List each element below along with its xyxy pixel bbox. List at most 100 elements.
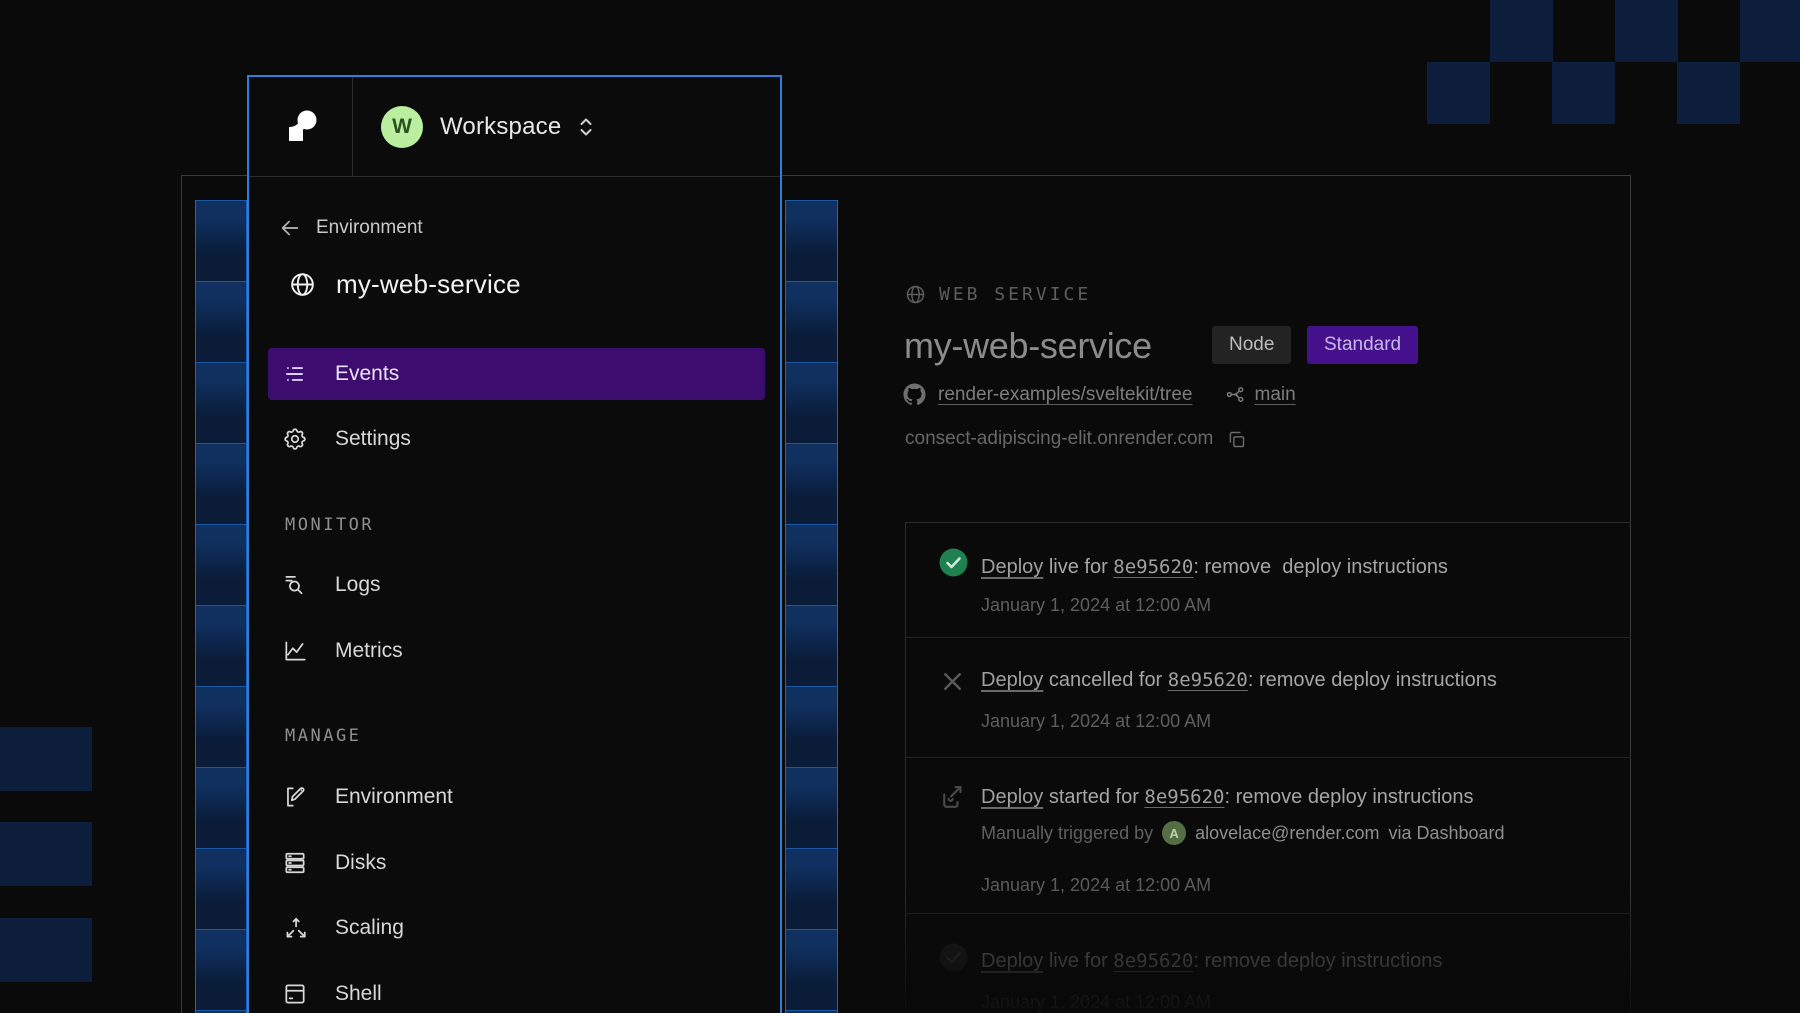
decor-square <box>0 727 92 791</box>
decor-square <box>1740 0 1800 62</box>
sidebar-item-shell[interactable]: Shell <box>268 968 765 1013</box>
service-type-row: WEB SERVICE <box>905 284 1091 305</box>
decor-square <box>1677 62 1740 124</box>
decor-grid-strip-left <box>195 200 247 1013</box>
sidebar-header: W Workspace <box>249 77 780 177</box>
sidebar-item-label: Metrics <box>335 639 403 663</box>
render-logo[interactable] <box>249 77 353 176</box>
event-text: live for <box>1043 950 1113 972</box>
sidebar: W Workspace Environment my-web-service <box>247 75 782 1013</box>
user-avatar: A <box>1162 821 1186 845</box>
event-text: : remove deploy instructions <box>1193 950 1442 972</box>
decor-square <box>0 822 92 886</box>
workspace-name: Workspace <box>440 113 561 141</box>
gear-icon <box>282 426 308 452</box>
event-text: started for <box>1043 786 1144 808</box>
sidebar-item-settings[interactable]: Settings <box>268 413 765 465</box>
event-text: cancelled for <box>1043 669 1168 691</box>
sidebar-item-label: Scaling <box>335 916 404 940</box>
trigger-user-email: alovelace@render.com <box>1195 823 1379 844</box>
event-text: : remove deploy instructions <box>1225 786 1474 808</box>
event-row-deploy-live: Deploy live for 8e95620: remove deploy i… <box>906 523 1631 638</box>
sidebar-item-logs[interactable]: Logs <box>268 559 765 611</box>
event-timestamp: January 1, 2024 at 12:00 AM <box>981 875 1211 896</box>
sidebar-item-label: Logs <box>335 573 381 597</box>
back-label: Environment <box>316 217 423 239</box>
service-name: my-web-service <box>336 269 521 300</box>
scaling-arrows-icon <box>282 915 308 941</box>
event-row-deploy-cancelled: Deploy cancelled for 8e95620: remove dep… <box>906 638 1631 758</box>
page-title: my-web-service <box>904 325 1152 367</box>
events-list-icon <box>282 361 308 387</box>
event-title: Deploy live for 8e95620: remove deploy i… <box>981 556 1448 579</box>
event-row-deploy-live-faded: Deploy live for 8e95620: remove deploy i… <box>906 914 1631 1013</box>
event-timestamp: January 1, 2024 at 12:00 AM <box>981 992 1211 1013</box>
commit-link[interactable]: 8e95620 <box>1113 556 1193 578</box>
service-name-row: my-web-service <box>289 258 521 310</box>
git-branch-icon <box>1225 384 1246 405</box>
deploy-success-icon <box>938 547 969 578</box>
deploy-link[interactable]: Deploy <box>981 556 1043 578</box>
decor-square <box>1490 0 1553 62</box>
sidebar-item-metrics[interactable]: Metrics <box>268 625 765 677</box>
deploy-cancelled-icon <box>938 667 967 696</box>
workspace-avatar: W <box>381 106 423 148</box>
sidebar-item-environment[interactable]: Environment <box>268 771 765 823</box>
event-text: : remove deploy instructions <box>1248 669 1497 691</box>
event-row-deploy-started: Deploy started for 8e95620: remove deplo… <box>906 758 1631 914</box>
branch-link[interactable]: main <box>1255 384 1296 406</box>
plan-badge: Standard <box>1307 326 1418 364</box>
metrics-chart-icon <box>282 638 308 664</box>
event-timestamp: January 1, 2024 at 12:00 AM <box>981 595 1211 616</box>
deploy-started-icon <box>938 782 968 812</box>
service-type-label: WEB SERVICE <box>939 284 1091 305</box>
event-title: Deploy cancelled for 8e95620: remove dep… <box>981 669 1497 692</box>
disks-stack-icon <box>282 850 308 876</box>
sidebar-item-label: Shell <box>335 982 382 1006</box>
event-text: : remove deploy instructions <box>1193 556 1448 578</box>
repo-link[interactable]: render-examples/sveltekit/tree <box>938 384 1193 406</box>
sidebar-item-scaling[interactable]: Scaling <box>268 902 765 954</box>
github-icon <box>903 383 926 406</box>
service-url-link[interactable]: consect-adipiscing-elit.onrender.com <box>905 428 1213 450</box>
event-trigger-line: Manually triggered by A alovelace@render… <box>981 821 1505 845</box>
commit-link[interactable]: 8e95620 <box>1113 950 1193 972</box>
globe-icon <box>905 284 926 305</box>
trigger-prefix: Manually triggered by <box>981 823 1153 844</box>
decor-square <box>1427 62 1490 124</box>
service-url-row: consect-adipiscing-elit.onrender.com <box>905 428 1247 450</box>
deploy-link[interactable]: Deploy <box>981 950 1043 972</box>
deploy-link[interactable]: Deploy <box>981 669 1043 691</box>
sidebar-section-monitor: MONITOR <box>285 515 374 535</box>
sidebar-item-events[interactable]: Events <box>268 348 765 400</box>
arrow-left-icon <box>279 217 301 239</box>
repo-row: render-examples/sveltekit/tree main <box>903 383 1296 406</box>
sidebar-item-label: Environment <box>335 785 453 809</box>
deploy-success-icon <box>938 942 969 973</box>
sidebar-item-disks[interactable]: Disks <box>268 837 765 889</box>
event-title: Deploy live for 8e95620: remove deploy i… <box>981 950 1442 973</box>
sidebar-section-manage: MANAGE <box>285 726 361 746</box>
events-list: Deploy live for 8e95620: remove deploy i… <box>905 522 1631 1013</box>
deploy-link[interactable]: Deploy <box>981 786 1043 808</box>
copy-icon[interactable] <box>1226 429 1247 450</box>
sidebar-item-label: Settings <box>335 427 411 451</box>
runtime-badge: Node <box>1212 326 1291 364</box>
globe-icon <box>289 271 316 298</box>
sidebar-item-label: Disks <box>335 851 386 875</box>
logs-search-icon <box>282 572 308 598</box>
sidebar-item-label: Events <box>335 362 399 386</box>
decor-square <box>0 918 92 982</box>
commit-link[interactable]: 8e95620 <box>1144 786 1224 808</box>
decor-square <box>1552 62 1615 124</box>
render-dashboard: { "workspace": { "label": "Workspace", "… <box>0 0 1800 1013</box>
event-text: live for <box>1043 556 1113 578</box>
environment-edit-icon <box>282 784 308 810</box>
event-title: Deploy started for 8e95620: remove deplo… <box>981 786 1474 809</box>
commit-link[interactable]: 8e95620 <box>1168 669 1248 691</box>
event-timestamp: January 1, 2024 at 12:00 AM <box>981 711 1211 732</box>
workspace-selector[interactable]: W Workspace <box>353 77 596 176</box>
decor-grid-strip-right <box>785 200 838 1013</box>
shell-terminal-icon <box>282 981 308 1007</box>
back-to-environment[interactable]: Environment <box>279 217 423 239</box>
